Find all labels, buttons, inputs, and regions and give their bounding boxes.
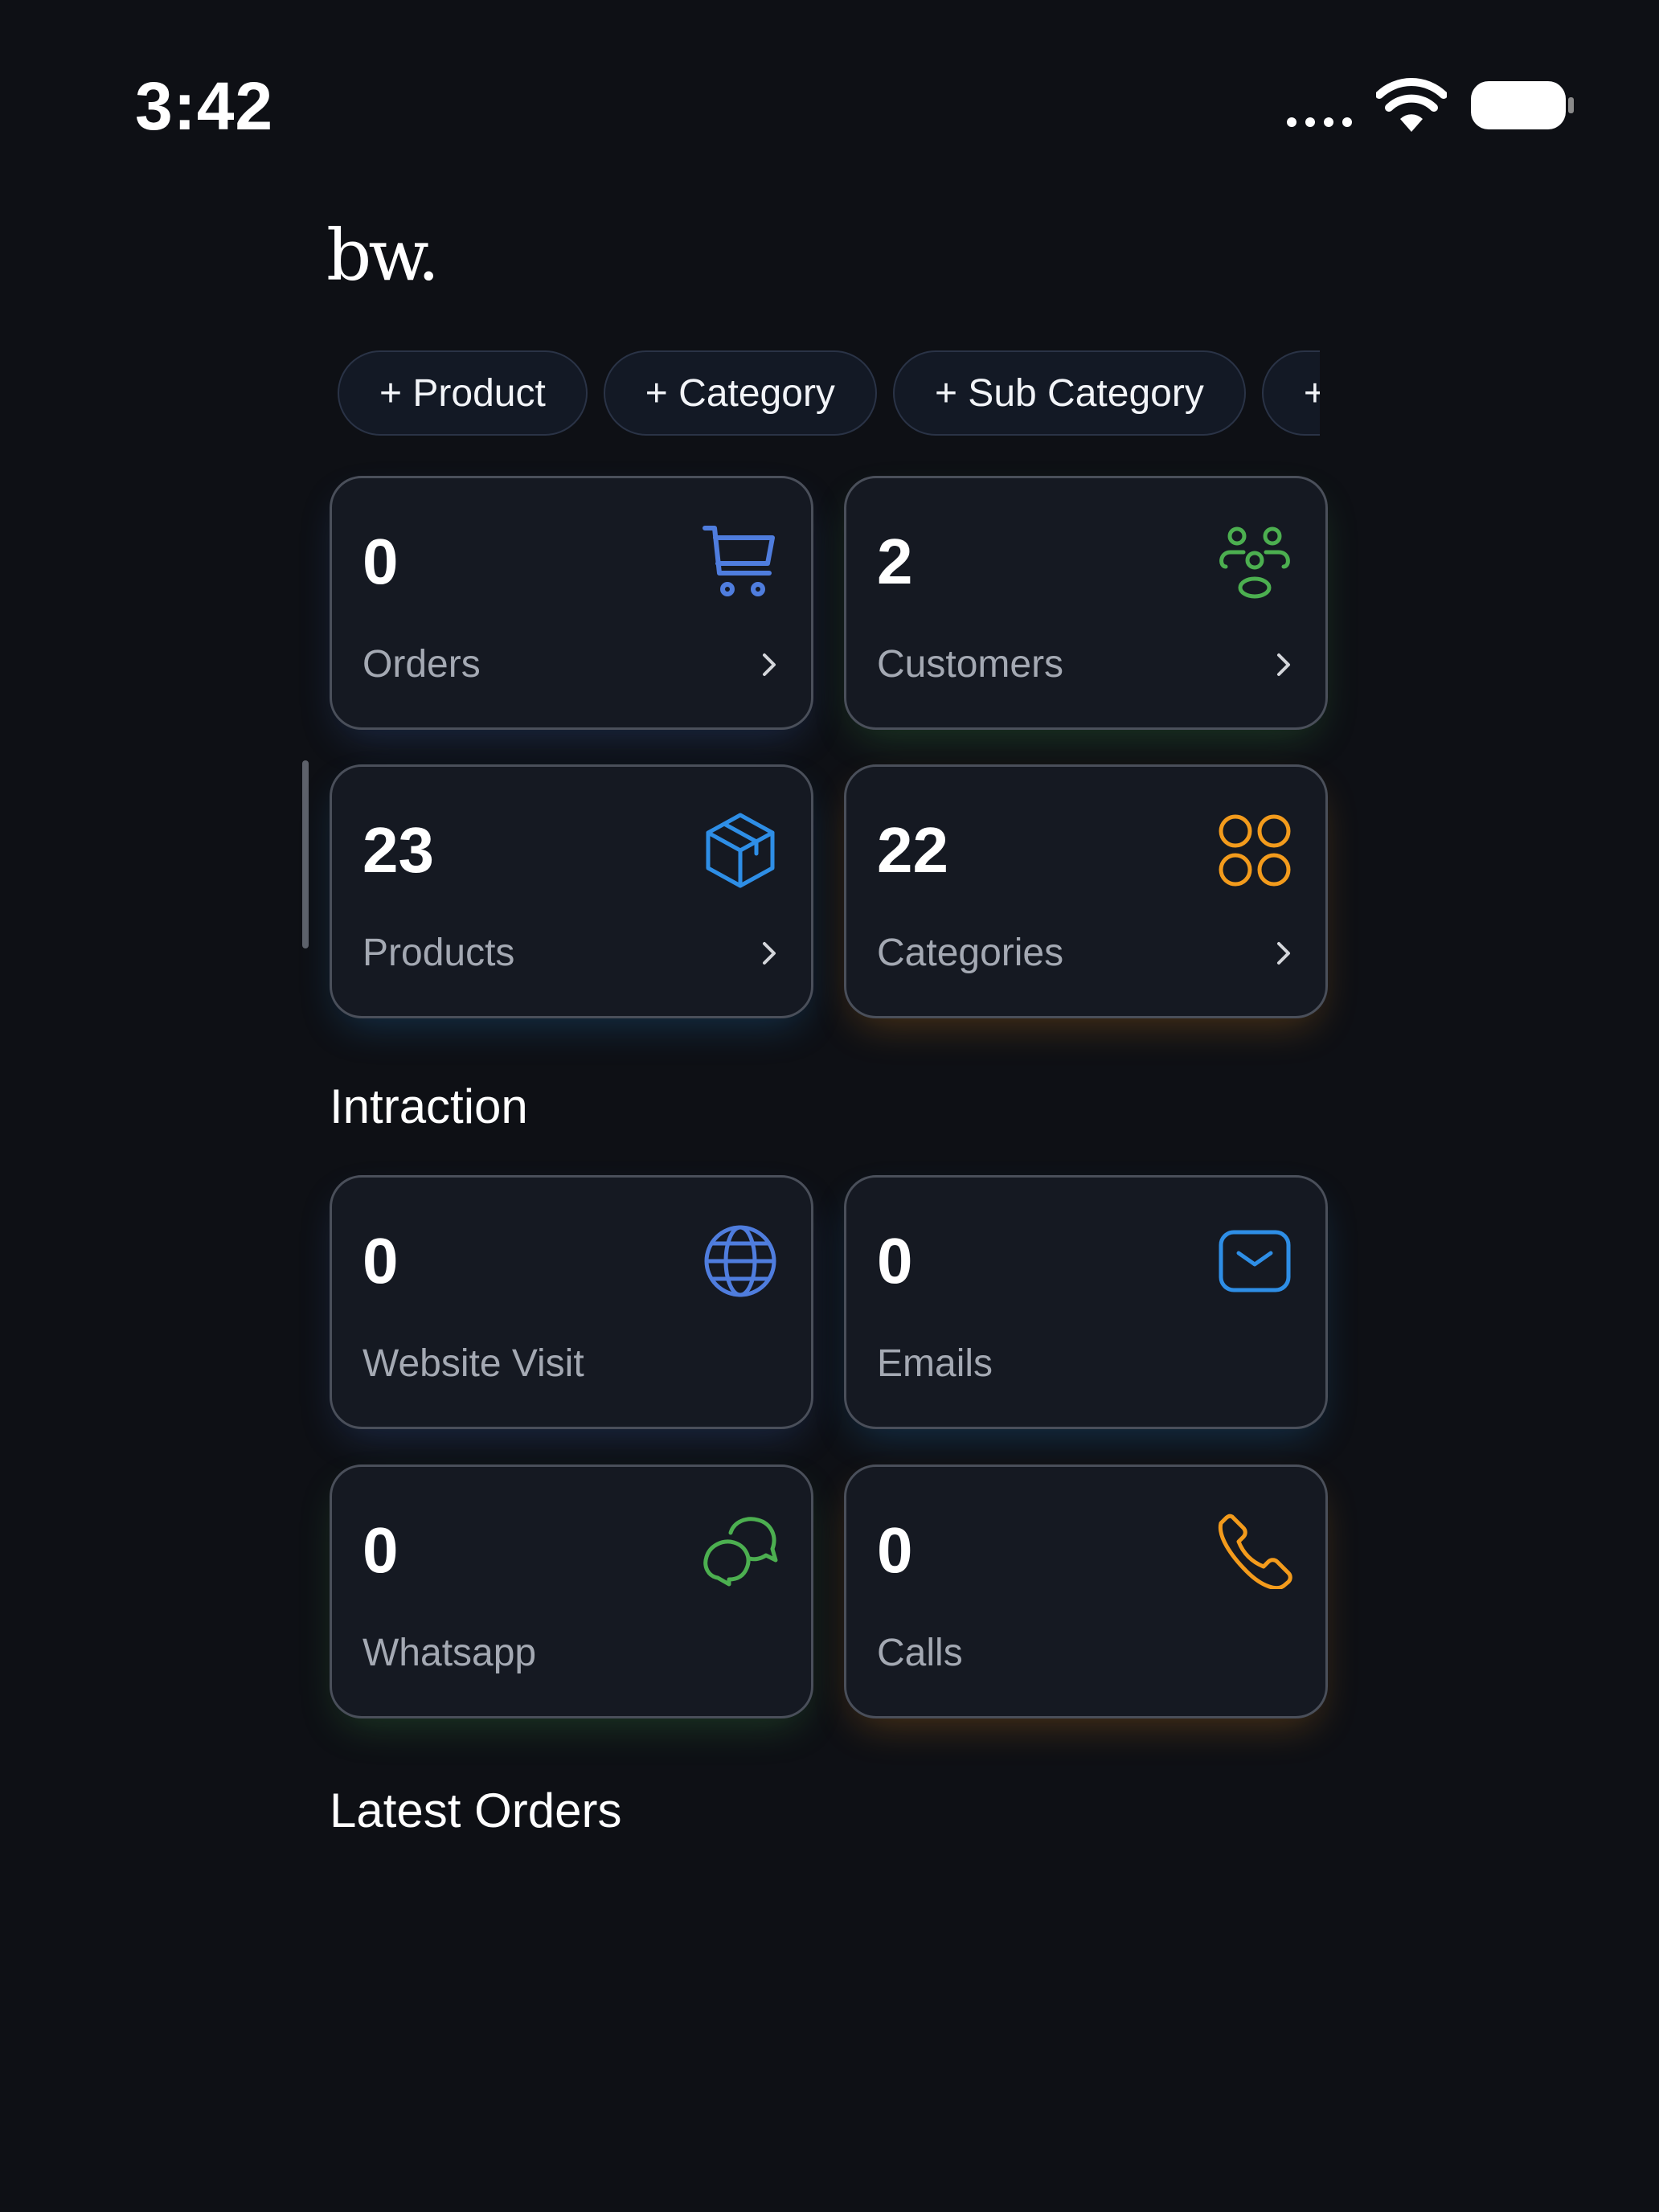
whatsapp-count: 0 xyxy=(363,1514,399,1586)
mail-icon xyxy=(1219,1230,1291,1292)
grid-icon xyxy=(1219,814,1291,887)
interaction-section-title: Intraction xyxy=(330,1079,528,1133)
scroll-indicator[interactable] xyxy=(302,760,309,948)
calls-count: 0 xyxy=(877,1514,913,1586)
add-sub-category-button[interactable]: + Sub Category xyxy=(892,350,1246,436)
brand-logo[interactable]: bw. xyxy=(326,214,440,297)
latest-orders-title: Latest Orders xyxy=(330,1784,622,1837)
website-visit-card[interactable]: 0 Website Visit xyxy=(330,1175,813,1429)
products-label: Products xyxy=(363,932,515,974)
chevron-right-icon xyxy=(1277,942,1290,965)
orders-count: 0 xyxy=(363,526,399,597)
calls-card[interactable]: 0 Calls xyxy=(844,1464,1328,1718)
products-count: 23 xyxy=(363,814,434,886)
add-product-button[interactable]: + Product xyxy=(338,350,588,436)
wifi-icon xyxy=(1376,78,1447,132)
battery-icon xyxy=(1471,81,1574,129)
website-visit-label: Website Visit xyxy=(363,1342,584,1385)
status-icons xyxy=(1287,77,1575,133)
emails-label: Emails xyxy=(877,1342,993,1385)
chevron-right-icon xyxy=(1277,653,1290,676)
quick-actions-bar[interactable]: + Product + Category + Sub Category + xyxy=(338,350,1320,439)
chevron-right-icon xyxy=(763,653,776,676)
box-icon xyxy=(706,813,775,888)
phone-icon xyxy=(1218,1514,1292,1589)
users-icon xyxy=(1219,526,1290,599)
whatsapp-label: Whatsapp xyxy=(363,1632,537,1674)
calls-label: Calls xyxy=(877,1632,963,1674)
add-more-button[interactable]: + xyxy=(1261,350,1320,436)
orders-card[interactable]: 0 Orders xyxy=(330,476,813,730)
categories-count: 22 xyxy=(877,814,948,886)
add-category-button[interactable]: + Category xyxy=(603,350,877,436)
shopping-cart-icon xyxy=(703,526,775,596)
status-time: 3:42 xyxy=(135,68,274,144)
emails-count: 0 xyxy=(877,1225,913,1296)
whatsapp-card[interactable]: 0 Whatsapp xyxy=(330,1464,813,1718)
products-card[interactable]: 23 Products xyxy=(330,764,813,1018)
categories-card[interactable]: 22 Categories xyxy=(844,764,1328,1018)
signal-dots-icon xyxy=(1287,117,1352,127)
globe-icon xyxy=(704,1225,776,1297)
website-visit-count: 0 xyxy=(363,1225,399,1296)
emails-card[interactable]: 0 Emails xyxy=(844,1175,1328,1429)
chevron-right-icon xyxy=(763,942,776,965)
categories-label: Categories xyxy=(877,932,1064,974)
customers-card[interactable]: 2 Customers xyxy=(844,476,1328,730)
chat-icon xyxy=(703,1517,778,1587)
customers-count: 2 xyxy=(877,526,913,597)
customers-label: Customers xyxy=(877,643,1064,686)
orders-label: Orders xyxy=(363,643,481,686)
